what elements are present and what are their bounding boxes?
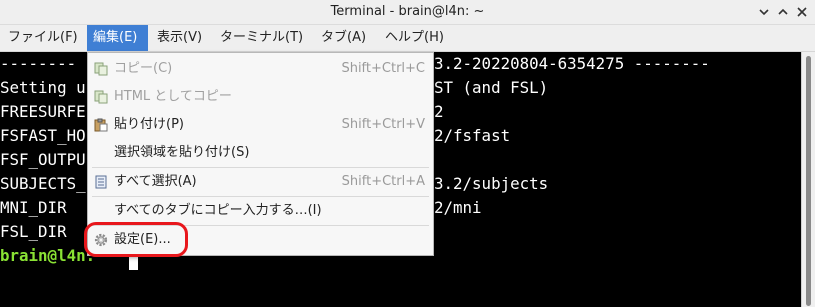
terminal-line: SUBJECTS_ — [0, 174, 86, 193]
menu-item-label: すべて選択(A) — [114, 174, 197, 189]
minimize-button[interactable] — [755, 3, 773, 21]
menu-item-copy[interactable]: コピー(C) Shift+Ctrl+C — [88, 55, 433, 83]
terminal-line-tail: 2 — [434, 102, 444, 121]
title-bar: Terminal - brain@l4n: ~ — [0, 0, 815, 25]
terminal-line: -------- — [0, 54, 77, 73]
terminal-line-tail: 3.2/subjects — [434, 174, 549, 193]
terminal-prompt: brain@l4n: — [0, 246, 96, 265]
scrollbar[interactable] — [801, 52, 815, 307]
menu-bar: ファイル(F) 編集(E) 表示(V) ターミナル(T) タブ(A) ヘルプ(H… — [0, 25, 815, 52]
menu-item-label: 貼り付け(P) — [114, 117, 184, 132]
menu-item-label: コピー(C) — [114, 61, 173, 76]
scroll-thumb[interactable] — [806, 56, 811, 306]
highlight-ring — [84, 222, 188, 257]
terminal-line-tail: ST (and FSL) — [434, 78, 549, 97]
terminal-line-tail: 2/mni — [434, 198, 482, 217]
menu-item-paste[interactable]: 貼り付け(P) Shift+Ctrl+V — [88, 111, 433, 139]
menu-terminal[interactable]: ターミナル(T) — [214, 25, 309, 51]
menu-item-paste-selection[interactable]: 選択領域を貼り付け(S) — [88, 139, 433, 167]
menu-item-label: すべてのタブにコピー入力する…(I) — [114, 203, 322, 218]
minimize-icon — [759, 9, 769, 16]
text-cursor — [129, 256, 138, 270]
terminal-line: Setting u — [0, 78, 86, 97]
menu-tabs[interactable]: タブ(A) — [315, 25, 372, 51]
menu-item-shortcut: Shift+Ctrl+C — [341, 61, 425, 76]
menu-item-copy-html[interactable]: HTML としてコピー — [88, 83, 433, 111]
menu-item-copy-input-all-tabs[interactable]: すべてのタブにコピー入力する…(I) — [88, 197, 433, 225]
copy-icon — [94, 62, 108, 76]
menu-help[interactable]: ヘルプ(H) — [379, 25, 450, 51]
menu-file[interactable]: ファイル(F) — [2, 25, 84, 51]
menu-item-shortcut: Shift+Ctrl+V — [341, 117, 425, 132]
select-all-icon — [95, 175, 107, 189]
close-button[interactable] — [793, 3, 811, 21]
menu-view[interactable]: 表示(V) — [151, 25, 208, 51]
terminal-line-tail: 2/fsfast — [434, 126, 511, 145]
menu-item-label: HTML としてコピー — [114, 89, 232, 104]
terminal-line: FSF_OUTPU — [0, 150, 86, 169]
menu-item-shortcut: Shift+Ctrl+A — [341, 174, 425, 189]
menu-edit[interactable]: 編集(E) — [87, 25, 148, 51]
maximize-icon — [778, 8, 788, 15]
terminal-line-tail: 3.2-20220804-6354275 -------- — [434, 54, 710, 73]
copy-html-icon — [94, 90, 108, 104]
terminal-line: MNI_DIR — [0, 198, 67, 217]
close-icon — [797, 7, 807, 17]
paste-icon — [94, 118, 108, 132]
menu-item-label: 選択領域を貼り付け(S) — [114, 145, 250, 160]
maximize-button[interactable] — [774, 3, 792, 21]
terminal-line: FSL_DIR — [0, 222, 67, 241]
terminal-line: FREESURFE — [0, 102, 86, 121]
menu-item-select-all[interactable]: すべて選択(A) Shift+Ctrl+A — [88, 168, 433, 196]
window-title: Terminal - brain@l4n: ~ — [330, 4, 485, 19]
terminal-line: FSFAST_HO — [0, 126, 86, 145]
